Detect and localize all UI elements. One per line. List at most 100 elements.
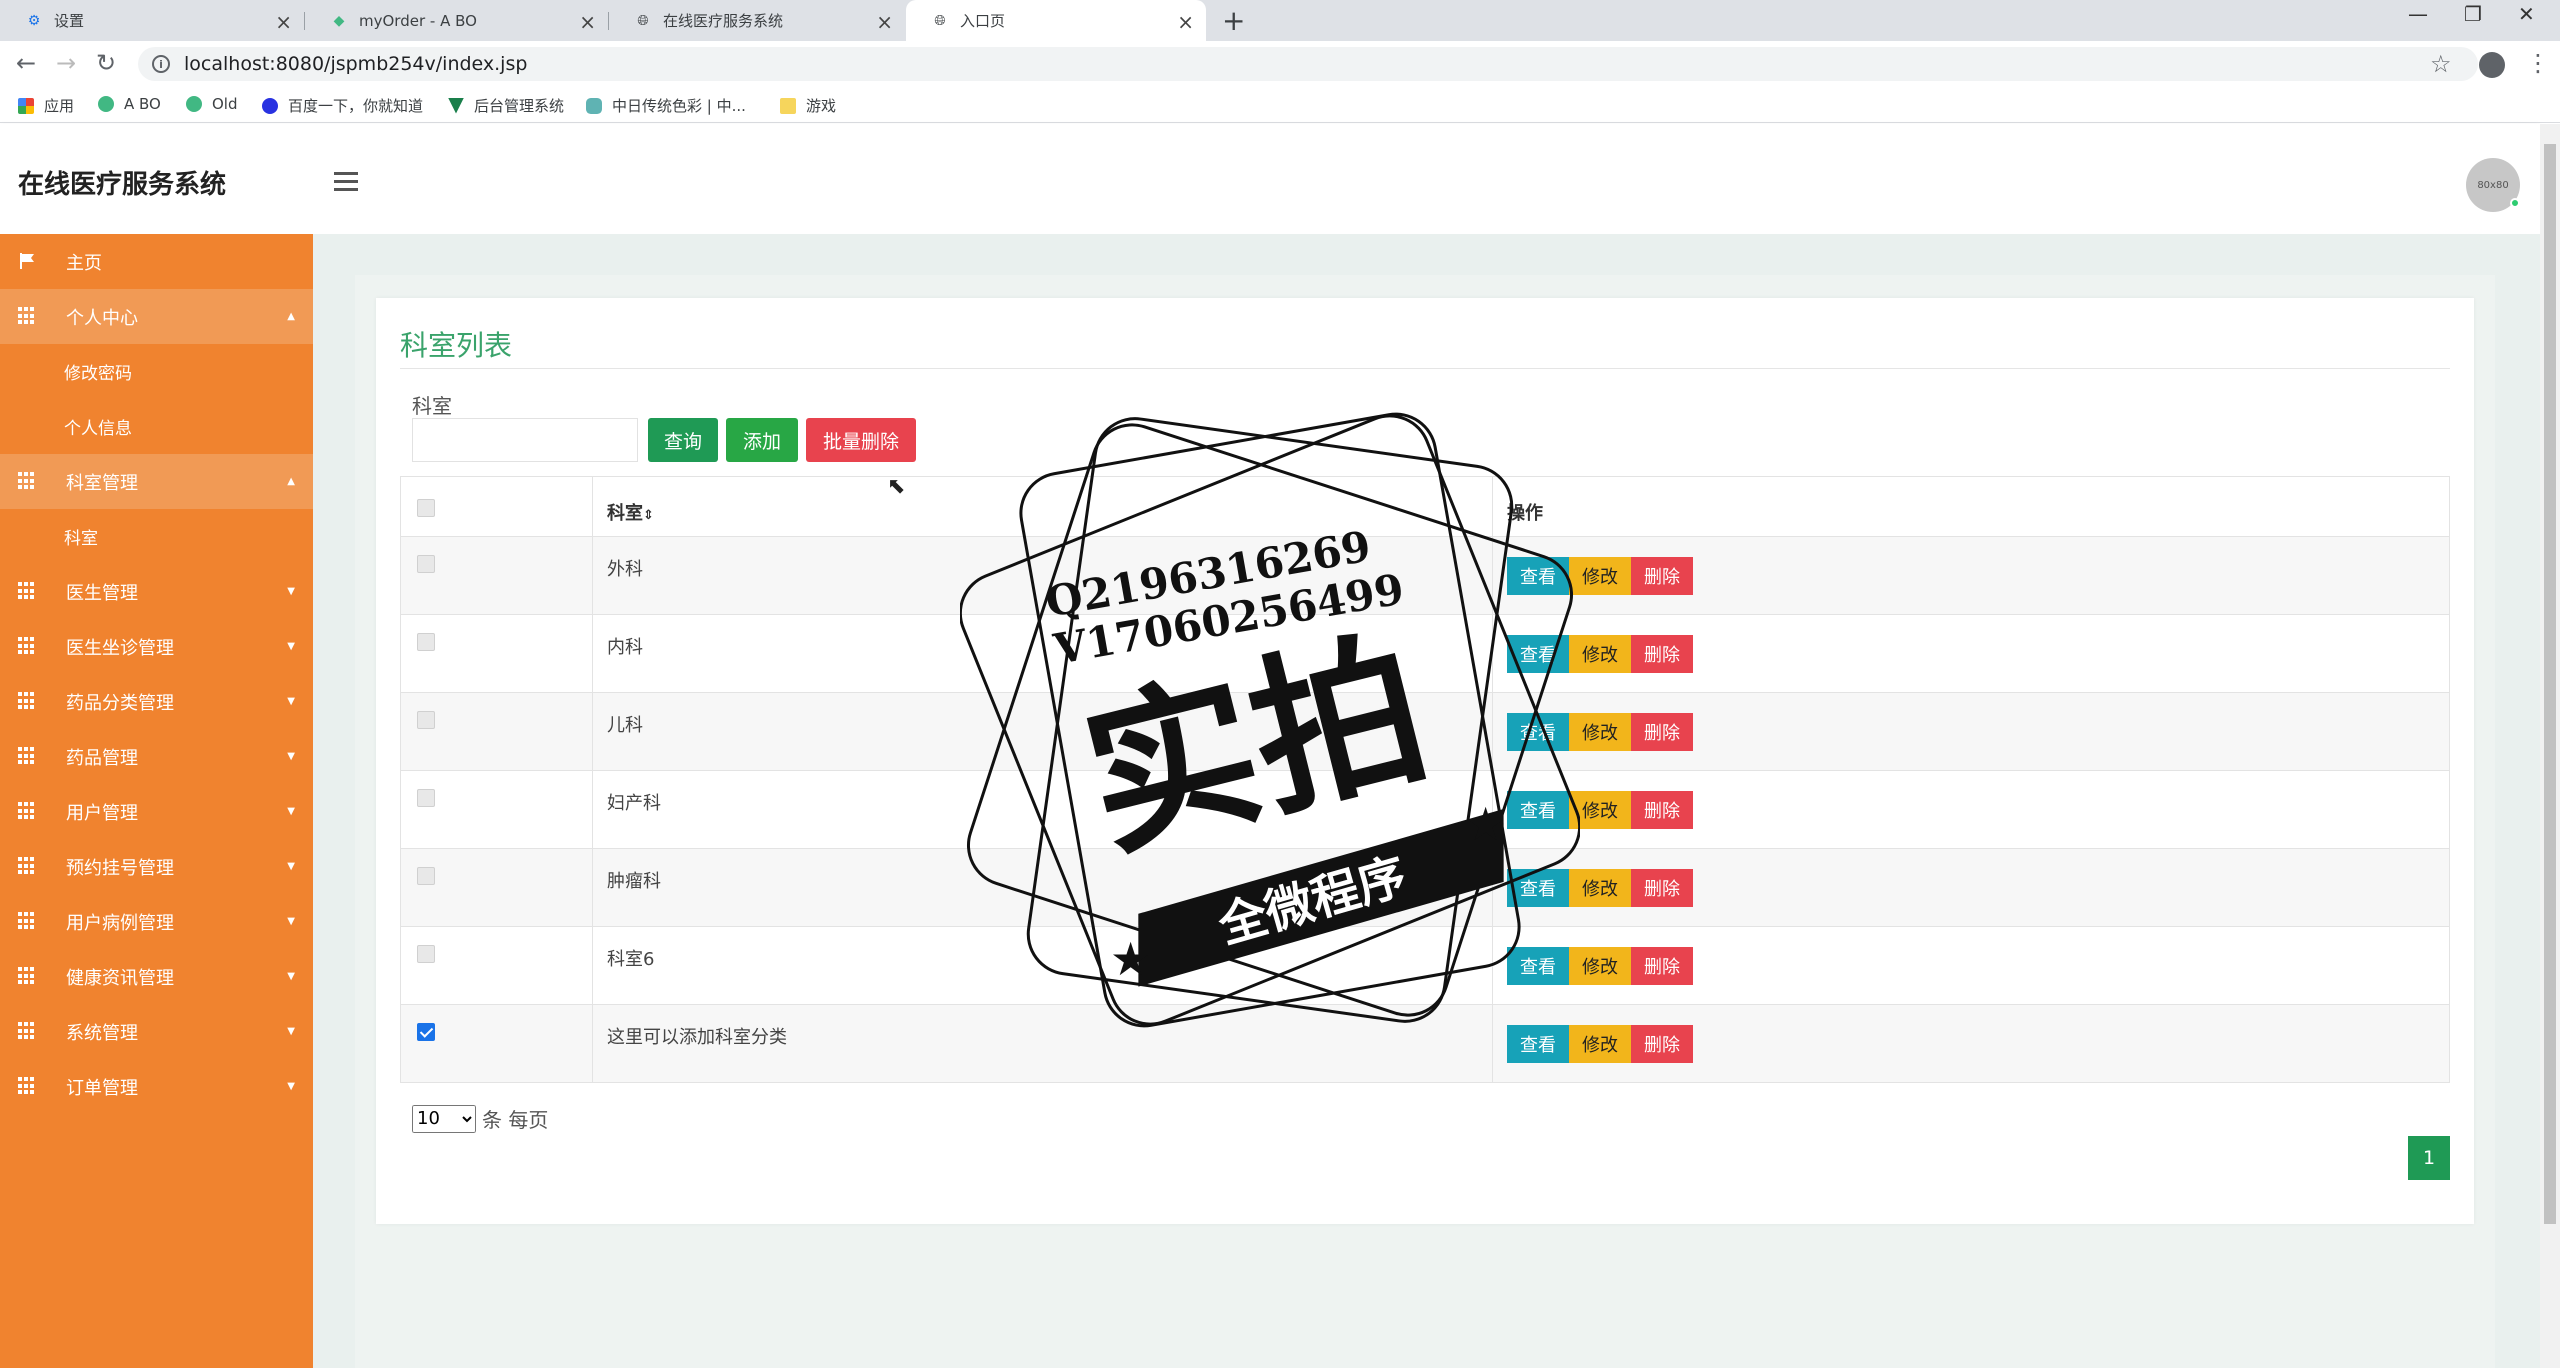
row-checkbox[interactable] — [417, 867, 435, 885]
bookmark-baidu[interactable]: 百度一下，你就知道 — [262, 95, 423, 116]
bookmark-admin[interactable]: 后台管理系统 — [448, 95, 564, 116]
delete-button[interactable]: 删除 — [1631, 713, 1693, 751]
row-checkbox[interactable] — [417, 789, 435, 807]
grid-icon — [18, 582, 36, 600]
edit-button[interactable]: 修改 — [1569, 1025, 1631, 1063]
flower-icon — [586, 97, 602, 114]
grid-icon — [18, 857, 36, 875]
edit-button[interactable]: 修改 — [1569, 713, 1631, 751]
edit-button[interactable]: 修改 — [1569, 869, 1631, 907]
grid-icon — [18, 967, 36, 985]
delete-button[interactable]: 删除 — [1631, 635, 1693, 673]
browser-tab-entry[interactable]: 🌐︎ 入口页 × — [906, 0, 1206, 41]
row-checkbox[interactable] — [417, 555, 435, 573]
close-window-button[interactable]: ✕ — [2518, 2, 2535, 26]
close-icon[interactable]: × — [579, 10, 596, 34]
delete-button[interactable]: 删除 — [1631, 791, 1693, 829]
sidebar-item-health-news-mgmt[interactable]: 健康资讯管理 ▼ — [0, 949, 313, 1004]
view-button[interactable]: 查看 — [1507, 1025, 1569, 1063]
header-select-all[interactable] — [400, 476, 593, 537]
account-icon[interactable] — [2479, 52, 2505, 78]
delete-button[interactable]: 删除 — [1631, 869, 1693, 907]
delete-button[interactable]: 删除 — [1631, 947, 1693, 985]
view-button[interactable]: 查看 — [1507, 713, 1569, 751]
edit-button[interactable]: 修改 — [1569, 557, 1631, 595]
row-checkbox[interactable] — [417, 633, 435, 651]
bookmark-games[interactable]: 游戏 — [780, 95, 836, 116]
forward-arrow-icon[interactable]: → — [56, 49, 76, 77]
delete-button[interactable]: 删除 — [1631, 1025, 1693, 1063]
sidebar-subitem-department[interactable]: 科室 — [0, 509, 313, 564]
sidebar-subitem-personal-info[interactable]: 个人信息 — [0, 399, 313, 454]
sidebar-item-user-mgmt[interactable]: 用户管理 ▼ — [0, 784, 313, 839]
sidebar-item-personal[interactable]: 个人中心 ▲ — [0, 289, 313, 344]
sidebar-item-label: 医生坐诊管理 — [66, 637, 174, 659]
reload-icon[interactable]: ↻ — [96, 49, 116, 77]
view-button[interactable]: 查看 — [1507, 947, 1569, 985]
vue-logo-icon — [98, 96, 114, 112]
edit-button[interactable]: 修改 — [1569, 635, 1631, 673]
close-icon[interactable]: × — [1177, 10, 1194, 34]
delete-button[interactable]: 删除 — [1631, 557, 1693, 595]
browser-tab-myorder[interactable]: ◆ myOrder - A BO × — [305, 0, 608, 41]
column-header-label: 科室 — [607, 503, 643, 524]
menu-toggle-icon[interactable] — [334, 172, 358, 196]
view-button[interactable]: 查看 — [1507, 557, 1569, 595]
sidebar-item-appointment-mgmt[interactable]: 预约挂号管理 ▼ — [0, 839, 313, 894]
avatar-text: 80x80 — [2477, 179, 2509, 191]
minimize-button[interactable]: — — [2408, 2, 2428, 26]
scrollbar-thumb[interactable] — [2544, 144, 2556, 1224]
add-button[interactable]: 添加 — [726, 418, 798, 462]
info-icon[interactable]: i — [152, 55, 170, 73]
browser-tab-settings[interactable]: ⚙ 设置 × — [0, 0, 304, 41]
query-button[interactable]: 查询 — [648, 418, 718, 462]
sidebar-item-department-mgmt[interactable]: 科室管理 ▲ — [0, 454, 313, 509]
new-tab-button[interactable]: + — [1222, 4, 1245, 37]
bookmark-apps[interactable]: 应用 — [18, 95, 74, 116]
table-row: 科室6 查看 修改 删除 — [400, 926, 2450, 1005]
edit-button[interactable]: 修改 — [1569, 947, 1631, 985]
page-size-select[interactable]: 10 — [412, 1104, 476, 1133]
select-all-checkbox[interactable] — [417, 499, 435, 517]
table-row: 儿科 查看 修改 删除 — [400, 692, 2450, 771]
bookmark-old[interactable]: Old — [186, 95, 238, 113]
close-icon[interactable]: × — [275, 10, 292, 34]
view-button[interactable]: 查看 — [1507, 635, 1569, 673]
url-field[interactable]: i localhost:8080/jspmb254v/index.jsp — [138, 47, 2478, 81]
row-checkbox[interactable] — [417, 711, 435, 729]
menu-kebab-icon[interactable]: ⋮ — [2526, 49, 2550, 77]
grid-icon — [18, 472, 36, 490]
grid-icon — [18, 747, 36, 765]
department-name-cell: 内科 — [592, 614, 1493, 693]
sort-icon[interactable]: ⇕ — [643, 508, 654, 523]
browser-tab-medical[interactable]: 🌐︎ 在线医疗服务系统 × — [609, 0, 905, 41]
bookmark-star-icon[interactable]: ☆ — [2430, 50, 2452, 78]
batch-delete-button[interactable]: 批量删除 — [806, 418, 916, 462]
sidebar-item-label: 主页 — [66, 252, 102, 274]
grid-icon — [18, 802, 36, 820]
header-department[interactable]: 科室⇕ — [592, 476, 1493, 537]
sidebar-item-home[interactable]: 主页 — [0, 234, 313, 289]
view-button[interactable]: 查看 — [1507, 869, 1569, 907]
row-checkbox[interactable] — [417, 1023, 435, 1041]
sidebar-item-doctor-mgmt[interactable]: 医生管理 ▼ — [0, 564, 313, 619]
department-table: 科室⇕ 操作 外科 查看 修改 删除 内科 查看 修改 删除 儿科 查看 修改 … — [400, 476, 2450, 1083]
close-icon[interactable]: × — [876, 10, 893, 34]
sidebar-item-order-mgmt[interactable]: 订单管理 ▼ — [0, 1059, 313, 1114]
department-search-input[interactable] — [412, 418, 638, 462]
sidebar-item-drug-category-mgmt[interactable]: 药品分类管理 ▼ — [0, 674, 313, 729]
row-checkbox[interactable] — [417, 945, 435, 963]
scrollbar[interactable] — [2540, 124, 2560, 1368]
view-button[interactable]: 查看 — [1507, 791, 1569, 829]
sidebar-subitem-change-password[interactable]: 修改密码 — [0, 344, 313, 399]
sidebar-item-clinic-schedule-mgmt[interactable]: 医生坐诊管理 ▼ — [0, 619, 313, 674]
sidebar-item-medical-record-mgmt[interactable]: 用户病例管理 ▼ — [0, 894, 313, 949]
back-arrow-icon[interactable]: ← — [16, 49, 36, 77]
pagination-page-button[interactable]: 1 — [2408, 1136, 2450, 1180]
sidebar-item-drug-mgmt[interactable]: 药品管理 ▼ — [0, 729, 313, 784]
bookmark-colors[interactable]: 中日传统色彩 | 中... — [586, 95, 746, 116]
bookmark-abo[interactable]: A BO — [98, 95, 161, 113]
edit-button[interactable]: 修改 — [1569, 791, 1631, 829]
sidebar-item-system-mgmt[interactable]: 系统管理 ▼ — [0, 1004, 313, 1059]
restore-button[interactable]: ❐ — [2464, 2, 2482, 26]
